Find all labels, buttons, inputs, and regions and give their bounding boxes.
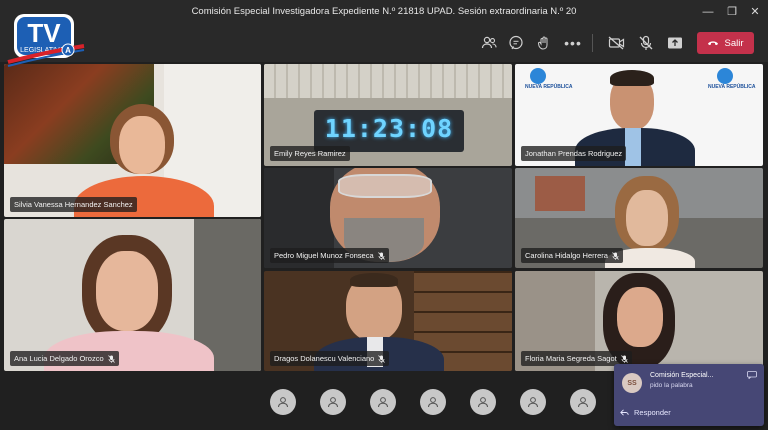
chat-icon[interactable]	[507, 34, 525, 52]
participant-name: Floria Maria Segreda Sagot	[525, 354, 617, 363]
blinds-backdrop	[264, 64, 512, 98]
participant-name-tag: Silvia Vanessa Hernandez Sanchez	[10, 197, 137, 212]
logo-badge-text: A	[65, 46, 71, 55]
mic-muted-icon	[377, 251, 385, 260]
participant-avatar[interactable]	[370, 389, 396, 415]
participant-name: Ana Lucia Delgado Orozco	[14, 354, 104, 363]
toolbar-divider	[592, 34, 593, 52]
mic-muted-icon	[620, 354, 628, 363]
mic-off-icon[interactable]	[637, 34, 655, 52]
sender-avatar: SS	[622, 373, 642, 393]
participant-name: Jonathan Prendas Rodriguez	[525, 149, 623, 158]
tie-shape	[625, 128, 641, 166]
face-shape	[617, 287, 663, 347]
video-tile[interactable]: Pedro Miguel Munoz Fonseca	[264, 168, 512, 268]
face-shape	[119, 116, 165, 174]
mic-muted-icon	[107, 354, 115, 363]
person-icon	[278, 397, 288, 408]
participant-name-tag: Ana Lucia Delgado Orozco	[10, 351, 119, 366]
participant-name-tag: Carolina Hidalgo Herrera	[521, 248, 623, 263]
participant-avatar[interactable]	[420, 389, 446, 415]
window-title: Comisión Especial Investigadora Expedien…	[191, 6, 577, 17]
phone-hangup-icon	[708, 41, 719, 46]
maximize-button[interactable]: ❐	[724, 4, 740, 20]
person-icon	[428, 397, 438, 408]
video-tile[interactable]: Floria Maria Segreda Sagot	[515, 271, 763, 371]
hair-shape	[610, 70, 654, 86]
reply-arrow-icon	[620, 409, 629, 416]
notification-message: pido la palabra	[650, 382, 693, 389]
person-icon	[528, 397, 538, 408]
clock-time: 11:23:08	[324, 114, 454, 143]
reply-button[interactable]: Responder	[620, 408, 671, 417]
leave-label: Salir	[724, 37, 744, 49]
backdrop-text-right: NUEVA REPÚBLICA	[708, 84, 756, 90]
participant-name: Silvia Vanessa Hernandez Sanchez	[14, 200, 133, 209]
person-icon	[478, 397, 488, 408]
person-icon	[578, 397, 588, 408]
participant-name: Carolina Hidalgo Herrera	[525, 251, 608, 260]
participant-avatar[interactable]	[570, 389, 596, 415]
backdrop-text-left: NUEVA REPÚBLICA	[525, 84, 573, 90]
participant-name: Dragos Dolanescu Valenciano	[274, 354, 375, 363]
person-icon	[328, 397, 338, 408]
participant-avatar[interactable]	[470, 389, 496, 415]
people-icon[interactable]	[480, 34, 498, 52]
meeting-toolbar: ••• Salir	[0, 26, 768, 62]
minimize-button[interactable]: —	[700, 4, 716, 20]
video-tile[interactable]: 11:23:08 Emily Reyes Ramirez	[264, 64, 512, 166]
reply-label: Responder	[634, 408, 671, 417]
tv-legislativa-logo: TV LEGISLATIVA A	[6, 12, 86, 68]
wall-art	[535, 176, 585, 211]
leave-button[interactable]: Salir	[697, 32, 754, 54]
face-shape	[626, 190, 668, 246]
participant-name-tag: Pedro Miguel Munoz Fonseca	[270, 248, 389, 263]
teams-meeting-window: Comisión Especial Investigadora Expedien…	[0, 0, 768, 430]
party-logo-icon	[717, 68, 733, 84]
video-tile[interactable]: Silvia Vanessa Hernandez Sanchez	[4, 64, 261, 217]
camera-off-icon[interactable]	[608, 34, 626, 52]
video-tile[interactable]: Ana Lucia Delgado Orozco	[4, 219, 261, 371]
mic-muted-icon	[378, 354, 386, 363]
person-icon	[378, 397, 388, 408]
chat-bubble-icon[interactable]	[747, 371, 757, 379]
participant-name: Emily Reyes Ramirez	[274, 149, 346, 158]
mic-muted-icon	[612, 251, 619, 260]
participant-name-tag: Dragos Dolanescu Valenciano	[270, 351, 390, 366]
video-tile[interactable]: Carolina Hidalgo Herrera	[515, 168, 763, 268]
chat-notification[interactable]: SS Comisión Especial... pido la palabra …	[614, 364, 764, 426]
glasses-shape	[338, 174, 432, 198]
participant-avatar[interactable]	[270, 389, 296, 415]
participant-name-tag: Jonathan Prendas Rodriguez	[521, 146, 627, 161]
participant-name-tag: Emily Reyes Ramirez	[270, 146, 350, 161]
participant-name: Pedro Miguel Munoz Fonseca	[274, 251, 374, 260]
hair-shape	[350, 273, 398, 287]
participant-avatar[interactable]	[520, 389, 546, 415]
title-bar: Comisión Especial Investigadora Expedien…	[0, 0, 768, 26]
notification-sender: Comisión Especial...	[650, 372, 714, 379]
party-logo-icon	[530, 68, 546, 84]
more-icon[interactable]: •••	[564, 34, 582, 52]
reactions-icon[interactable]	[535, 34, 553, 52]
video-tile[interactable]: NUEVA REPÚBLICA NUEVA REPÚBLICA Jonathan…	[515, 64, 763, 166]
face-shape	[96, 251, 158, 331]
video-tile[interactable]: Dragos Dolanescu Valenciano	[264, 271, 512, 371]
logo-tv-text: TV	[27, 18, 61, 48]
share-screen-icon[interactable]	[666, 34, 684, 52]
participant-avatar[interactable]	[320, 389, 346, 415]
close-button[interactable]: ✕	[747, 4, 763, 20]
